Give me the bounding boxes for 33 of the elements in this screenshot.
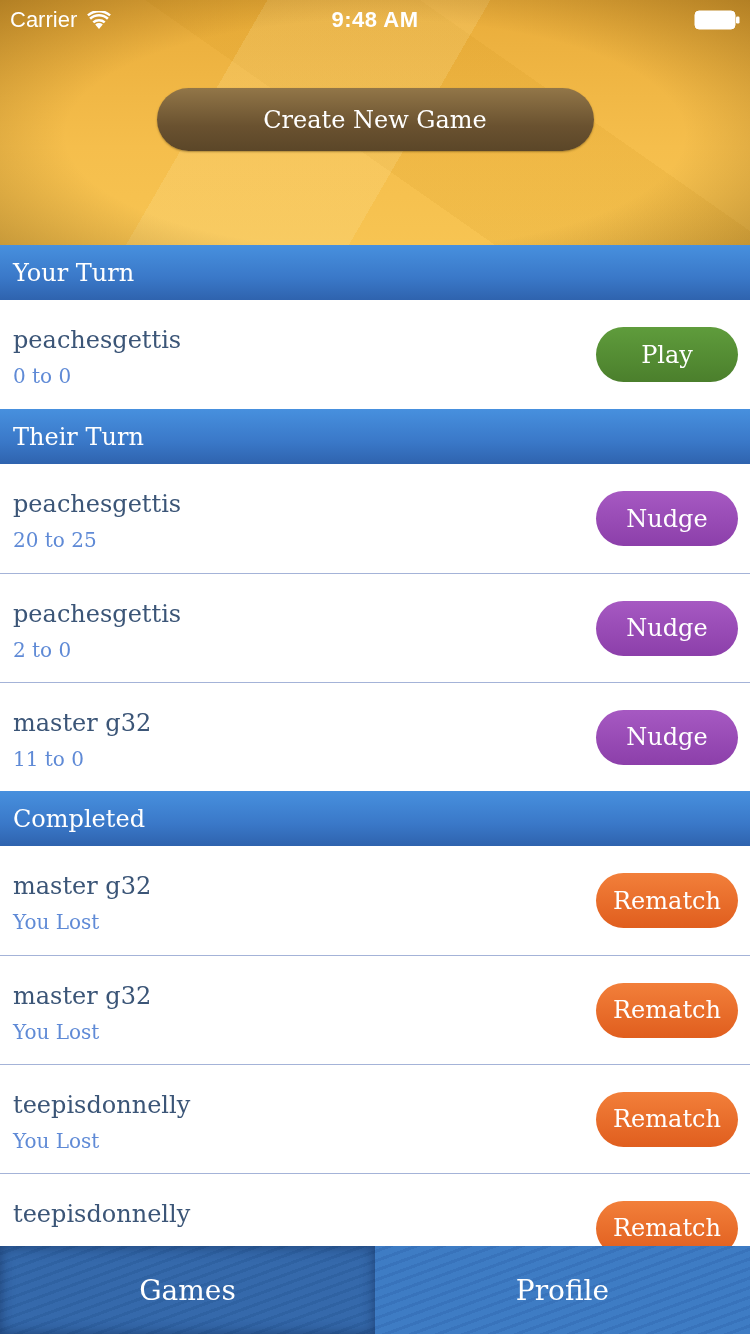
game-status: 20 to 25 [13, 527, 98, 554]
nudge-button[interactable]: Nudge [596, 491, 738, 546]
tab[interactable]: Games [0, 1246, 375, 1334]
game-status: You Lost [13, 1019, 101, 1046]
status-time: 9:48 AM [331, 7, 419, 33]
nudge-button[interactable]: Nudge [596, 709, 738, 765]
nudge-button[interactable]: Nudge [596, 600, 738, 656]
rematch-button[interactable]: Rematch [596, 982, 738, 1038]
carrier-label: Carrier [10, 7, 78, 33]
rematch-button[interactable]: Rematch [596, 1200, 738, 1246]
opponent-name: teepisdonnelly [13, 1199, 191, 1230]
opponent-name: peachesgettis [13, 599, 182, 630]
section-header: Your Turn [0, 245, 750, 300]
game-status: 2 to 0 [13, 637, 73, 664]
rematch-button[interactable]: Rematch [596, 1091, 738, 1147]
opponent-name: teepisdonnelly [13, 1090, 191, 1121]
section-header: Completed [0, 791, 750, 846]
tab[interactable]: Profile [375, 1246, 750, 1334]
game-status: You Lost [13, 1128, 101, 1155]
opponent-name: master g32 [13, 871, 152, 902]
game-status: You Lost [13, 909, 101, 936]
wifi-icon [87, 11, 112, 29]
game-status: 0 to 0 [13, 363, 73, 390]
play-button[interactable]: Play [596, 327, 738, 382]
opponent-name: peachesgettis [13, 325, 182, 356]
battery-icon [694, 10, 740, 30]
section-header: Their Turn [0, 409, 750, 464]
opponent-name: master g32 [13, 981, 152, 1012]
rematch-button[interactable]: Rematch [596, 873, 738, 928]
opponent-name: peachesgettis [13, 489, 182, 520]
create-game-button[interactable]: Create New Game [156, 88, 594, 151]
game-status: 11 to 0 [13, 746, 85, 773]
opponent-name: master g32 [13, 708, 152, 739]
